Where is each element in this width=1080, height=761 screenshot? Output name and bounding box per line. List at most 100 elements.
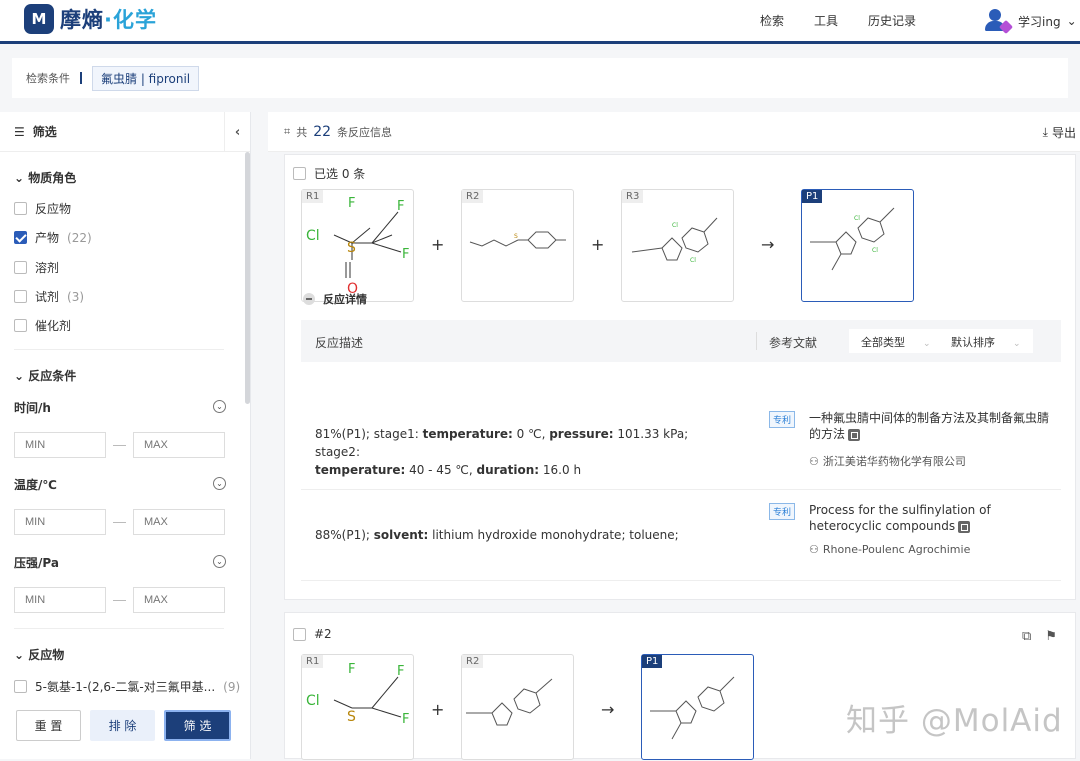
checkbox[interactable] [14, 231, 27, 244]
checkbox[interactable] [293, 167, 306, 180]
avatar [984, 8, 1014, 35]
filter-title: 筛选 [32, 125, 57, 139]
filter-sidebar: ☰ 筛选 ‹ ⌄ 物质角色 反应物 产物 (22) 溶剂 试剂 (3) 催化剂 ⌄ … [0, 112, 251, 759]
role-option-reactant[interactable]: 反应物 [14, 200, 71, 217]
arrow-icon: → [601, 700, 615, 719]
svg-text:F: F [397, 199, 404, 214]
results-header: ⌗ 共 22 条反应信息 ⤓ 导出 [268, 112, 1080, 152]
checkbox[interactable] [14, 290, 27, 303]
col-reference: 参考文献 [769, 336, 818, 350]
checkbox[interactable] [293, 627, 306, 641]
person-icon: ⚇ [809, 454, 819, 468]
molecule-r2[interactable]: R2 [461, 654, 574, 760]
export-button[interactable]: ⤓ 导出 [1043, 124, 1076, 141]
expand-temp-icon[interactable]: ⌄ [213, 477, 226, 490]
user-menu[interactable]: 学习ing ⌄ [984, 8, 1077, 35]
time-max-input[interactable] [133, 432, 225, 458]
type-select[interactable]: 全部类型 ⌄ [849, 329, 943, 353]
reaction-card: 已选 0 条 R1 Cl S O F F F + R2 S + R3 Cl Cl… [284, 154, 1076, 600]
select-all[interactable]: 已选 0 条 [293, 165, 365, 182]
reactant-option[interactable]: 5-氨基-1-(2,6-二氯-对三氟甲基... (9) [14, 678, 240, 695]
temp-max-input[interactable] [133, 509, 225, 535]
sort-select[interactable]: 默认排序 ⌄ [939, 329, 1033, 353]
username: 学习ing [1018, 14, 1061, 29]
expand-time-icon[interactable]: ⌄ [213, 400, 226, 413]
role-option-catalyst[interactable]: 催化剂 [14, 317, 71, 334]
svg-text:F: F [348, 196, 355, 211]
pressure-max-input[interactable] [133, 587, 225, 613]
temp-min-input[interactable] [14, 509, 106, 535]
field-temp-label: 温度/℃ [14, 478, 57, 492]
svg-text:S: S [347, 709, 356, 725]
top-header: M 摩熵·化学 检索 工具 历史记录 学习ing ⌄ [0, 0, 1080, 44]
molecule-p1[interactable]: P1 [641, 654, 754, 760]
role-option-reagent[interactable]: 试剂 (3) [14, 288, 84, 305]
conditions-label: 检索条件 [26, 72, 70, 85]
molecule-r3[interactable]: R3 Cl Cl [621, 189, 734, 302]
structure-r1: Cl S F F F [306, 662, 409, 727]
svg-text:Cl: Cl [872, 247, 878, 254]
nav-history[interactable]: 历史记录 [868, 12, 916, 29]
document-icon[interactable] [958, 520, 971, 533]
result-count: 22 [313, 123, 332, 140]
pressure-min-input[interactable] [14, 587, 106, 613]
collapse-sidebar-button[interactable]: ‹ [224, 112, 250, 152]
time-min-input[interactable] [14, 432, 106, 458]
svg-text:F: F [402, 712, 409, 727]
condition-tag[interactable]: 氟虫腈 | fipronil [92, 65, 200, 91]
checkbox[interactable] [14, 261, 27, 274]
checkbox[interactable] [14, 202, 27, 215]
structure-r2 [466, 678, 553, 726]
organization: ⚇ 浙江美诺华药物化学有限公司 [809, 454, 966, 469]
plus-sign: + [431, 700, 445, 719]
molecule-r1[interactable]: R1 Cl S F F F [301, 654, 414, 760]
divider [14, 628, 224, 629]
table-row: 88%(P1); solvent: lithium hydroxide mono… [301, 490, 1061, 581]
svg-text:F: F [397, 664, 404, 679]
svg-text:Cl: Cl [672, 222, 678, 229]
document-icon[interactable] [848, 428, 861, 441]
structure-r3: Cl Cl [631, 217, 718, 264]
section-role[interactable]: ⌄ 物质角色 [14, 169, 76, 186]
details-table-header: 反应描述 参考文献 全部类型 ⌄ 默认排序 ⌄ [301, 320, 1061, 362]
nav-tools[interactable]: 工具 [814, 12, 838, 29]
expand-pressure-icon[interactable]: ⌄ [213, 555, 226, 568]
patent-badge: 专利 [769, 411, 796, 428]
logo[interactable]: M 摩熵·化学 [24, 4, 157, 34]
sidebar-scrollbar[interactable] [245, 152, 250, 404]
section-reactant[interactable]: ⌄ 反应物 [14, 646, 64, 663]
molecule-p1[interactable]: P1 Cl Cl [801, 189, 914, 302]
svg-text:Cl: Cl [690, 257, 696, 264]
checkbox[interactable] [14, 680, 27, 693]
main-nav: 检索 工具 历史记录 [760, 12, 916, 29]
toggle-reaction-details[interactable]: 反应详情 [303, 291, 367, 307]
apply-filter-button[interactable]: 筛 选 [164, 710, 231, 741]
reference-link[interactable]: Process for the sulfinylation of heteroc… [809, 502, 1059, 534]
reference-link[interactable]: 一种氟虫腈中间体的制备方法及其制备氟虫腈的方法 [809, 410, 1059, 442]
role-option-product[interactable]: 产物 (22) [14, 229, 92, 246]
download-icon: ⤓ [1042, 125, 1048, 139]
time-range [14, 432, 225, 458]
svg-text:Cl: Cl [854, 215, 860, 222]
molecule-r1[interactable]: R1 Cl S O F F F [301, 189, 414, 302]
organization: ⚇ Rhone-Poulenc Agrochimie [809, 543, 971, 556]
reset-button[interactable]: 重 置 [16, 710, 81, 741]
card-tools: ⧉ ⚑ [1022, 629, 1057, 644]
checkbox[interactable] [14, 319, 27, 332]
select-reaction-2[interactable]: #2 [293, 627, 332, 641]
copy-icon[interactable]: ⧉ [1022, 629, 1031, 644]
exclude-button[interactable]: 排 除 [90, 710, 155, 741]
filter-header: ☰ 筛选 ‹ [0, 112, 250, 152]
collapse-icon [303, 293, 315, 305]
section-conditions[interactable]: ⌄ 反应条件 [14, 367, 76, 384]
role-option-solvent[interactable]: 溶剂 [14, 259, 59, 276]
logo-text: 摩熵·化学 [60, 8, 157, 32]
svg-text:F: F [348, 662, 355, 677]
chevron-down-icon: ⌄ [1066, 14, 1077, 28]
bookmark-icon[interactable]: ⚑ [1045, 629, 1057, 644]
svg-text:Cl: Cl [306, 693, 320, 709]
molecule-r2[interactable]: R2 S [461, 189, 574, 302]
nav-search[interactable]: 检索 [760, 12, 784, 29]
plus-sign: + [431, 235, 445, 254]
search-conditions: 检索条件 氟虫腈 | fipronil [12, 58, 1068, 98]
